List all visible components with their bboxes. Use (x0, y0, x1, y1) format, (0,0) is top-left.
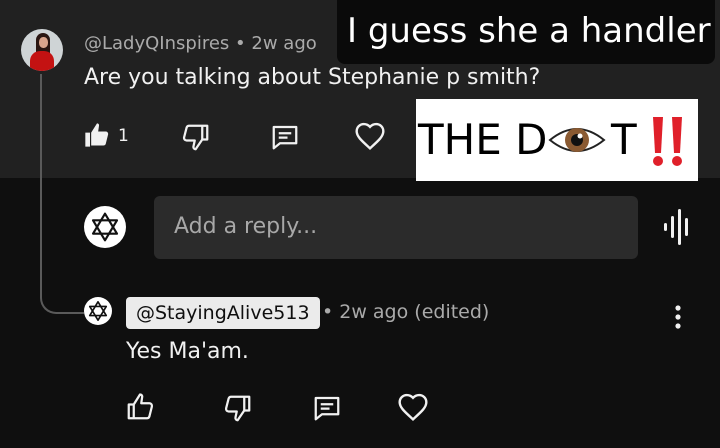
thumbs-up-icon (127, 393, 154, 420)
lady-avatar[interactable] (21, 29, 63, 71)
caption-top-text: I guess she a handler (347, 11, 711, 51)
double-exclamation-icon (653, 117, 682, 166)
caption-banner-dot: THE D T (416, 99, 698, 181)
thread-connector-line (40, 74, 84, 314)
reply-input[interactable]: Add a reply... (154, 196, 638, 259)
voice-search-button[interactable] (660, 207, 696, 251)
reply-text: Yes Ma'am. (126, 339, 249, 364)
like-count: 1 (118, 126, 129, 146)
dislike-button[interactable] (181, 122, 211, 152)
reply-like-button[interactable] (125, 392, 155, 422)
comment-icon (314, 396, 340, 421)
top-comment-meta: @LadyQInspires • 2w ago (84, 33, 317, 54)
star-of-david-icon (88, 301, 108, 321)
caption-banner-top: I guess she a handler (337, 0, 715, 64)
heart-button[interactable] (354, 121, 386, 153)
staying-alive-avatar[interactable] (84, 297, 112, 325)
thumbs-up-icon (85, 123, 109, 147)
current-user-avatar[interactable] (84, 206, 126, 248)
reply-heart-button[interactable] (397, 392, 429, 424)
caption-left-text: THE D (418, 115, 548, 164)
heart-icon (398, 393, 428, 421)
thumbs-down-icon (224, 395, 251, 422)
more-actions-button[interactable] (668, 302, 688, 332)
reply-button[interactable] (270, 122, 300, 152)
top-comment-text: Are you talking about Stephanie p smith? (84, 65, 541, 90)
heart-icon (355, 122, 385, 150)
top-comment-author[interactable]: @LadyQInspires (84, 33, 229, 54)
reply-input-placeholder: Add a reply... (174, 214, 318, 239)
caption-right-text: T (611, 115, 637, 164)
reply-reply-button[interactable] (312, 393, 342, 423)
meta-separator: • (235, 33, 246, 54)
comment-icon (272, 125, 298, 150)
eye-icon (548, 128, 606, 152)
reply-dislike-button[interactable] (223, 393, 253, 423)
voice-search-icon (664, 209, 688, 245)
top-comment-time[interactable]: 2w ago (251, 33, 316, 54)
thumbs-down-icon (182, 124, 209, 151)
reply-author-chip[interactable]: @StayingAlive513 (126, 297, 320, 329)
like-button[interactable] (83, 121, 111, 149)
more-vert-icon (675, 305, 681, 329)
star-of-david-icon (91, 212, 119, 242)
reply-meta: • 2w ago (edited) (322, 301, 490, 323)
